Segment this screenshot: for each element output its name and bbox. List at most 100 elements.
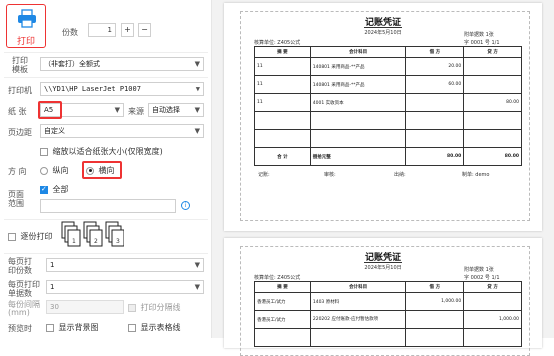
template-select[interactable]: （非套打）全额式 ▼ bbox=[40, 57, 204, 71]
paper-highlight bbox=[38, 101, 62, 119]
orientation-label: 方 向 bbox=[8, 167, 27, 176]
voucher-date: 2024年5月10日 bbox=[364, 30, 402, 36]
cell-summary bbox=[254, 111, 311, 130]
range-all-checkbox[interactable]: 全部 bbox=[40, 184, 69, 195]
voucher-attachments: 附单据数 1张 bbox=[464, 32, 494, 38]
chevron-down-icon: ▼ bbox=[114, 106, 120, 114]
cell-account: 140801 采用商品-**产品 bbox=[309, 75, 407, 94]
paper-source-select[interactable]: 自动选择 ▼ bbox=[148, 103, 204, 117]
cell-debit: 20.00 bbox=[405, 57, 465, 76]
voucher-number: 字 0001 号 1/1 bbox=[464, 40, 500, 46]
table-row: 香港员工/试力 220202 应付账款-应付暂估款项 1,000.00 bbox=[254, 310, 522, 329]
footer-cashier: 出纳: bbox=[394, 172, 406, 178]
header-account: 会计科目 bbox=[309, 281, 407, 293]
per-page-docs-select[interactable]: 1 ▼ bbox=[46, 280, 204, 294]
checkbox-icon bbox=[46, 323, 54, 332]
collate-checkbox[interactable]: 逐份打印 bbox=[8, 231, 53, 242]
table-row: 11 4001 实收资本 80.00 bbox=[254, 93, 522, 112]
cell-summary: 11 bbox=[254, 93, 311, 112]
margin-select[interactable]: 自定义 ▼ bbox=[40, 124, 204, 138]
header-debit: 借 方 bbox=[405, 46, 465, 58]
cell-summary: 11 bbox=[254, 75, 311, 94]
cell-credit bbox=[463, 129, 522, 148]
cell-account: 1403 原材料 bbox=[309, 292, 407, 311]
show-grid-label: 显示表格线 bbox=[140, 323, 181, 332]
total-label: 合 计 bbox=[254, 147, 311, 166]
chevron-down-icon: ▼ bbox=[195, 85, 200, 93]
printer-select[interactable]: \\YD1\HP LaserJet P1007 ▼ bbox=[40, 82, 204, 96]
cell-account: 4001 实收资本 bbox=[309, 93, 407, 112]
cell-debit: 1,000.00 bbox=[405, 292, 465, 311]
chevron-down-icon: ▼ bbox=[194, 106, 200, 114]
voucher-company: 核算单位: Z405公式 bbox=[254, 40, 301, 46]
copies-plus-button[interactable]: + bbox=[121, 23, 134, 37]
table-row bbox=[254, 129, 522, 148]
printer-icon bbox=[18, 9, 36, 28]
checkbox-icon bbox=[128, 323, 136, 332]
per-page-copies-select[interactable]: 1 ▼ bbox=[46, 258, 204, 272]
cell-summary: 香港员工/试力 bbox=[254, 292, 311, 311]
voucher-table: 摘 要 会计科目 借 方 贷 方 11 140801 采用商品-**产品 20.… bbox=[254, 46, 522, 166]
show-background-checkbox[interactable]: 显示背景图 bbox=[46, 322, 99, 333]
printer-select-value: \\YD1\HP LaserJet P1007 bbox=[44, 85, 141, 93]
header-credit: 贷 方 bbox=[463, 281, 522, 293]
footer-reviewer: 审核: bbox=[324, 172, 336, 178]
info-icon[interactable]: i bbox=[181, 201, 190, 210]
range-label-line2: 范围 bbox=[8, 199, 24, 208]
range-input[interactable] bbox=[40, 199, 176, 213]
print-preview-area[interactable]: 记账凭证 2024年5月10日 核算单位: Z405公式 附单据数 1张 字 0… bbox=[212, 0, 554, 356]
separator-line-label: 打印分隔线 bbox=[140, 303, 181, 312]
divider bbox=[4, 77, 208, 78]
cell-account bbox=[309, 111, 407, 130]
preview-options-label: 预览时 bbox=[8, 324, 32, 333]
template-select-value: （非套打）全额式 bbox=[44, 60, 100, 68]
total-debit: 80.00 bbox=[405, 147, 465, 166]
cell-debit: 60.00 bbox=[405, 75, 465, 94]
table-row: 香港员工/试力 1403 原材料 1,000.00 bbox=[254, 292, 522, 311]
table-total-row: 合 计 捌拾元整 80.00 80.00 bbox=[254, 147, 522, 166]
shrink-to-fit-label: 缩放以适合纸张大小(仅限宽度) bbox=[52, 147, 163, 156]
cell-credit: 1,000.00 bbox=[463, 310, 522, 329]
preview-page-1: 记账凭证 2024年5月10日 核算单位: Z405公式 附单据数 1张 字 0… bbox=[224, 3, 542, 231]
paper-source-label: 来源 bbox=[128, 107, 144, 116]
header-account: 会计科目 bbox=[309, 46, 407, 58]
cell-debit bbox=[405, 310, 465, 329]
footer-bookkeeper: 记账: bbox=[258, 172, 270, 178]
cell-summary: 11 bbox=[254, 57, 311, 76]
copies-minus-button[interactable]: − bbox=[138, 23, 151, 37]
margin-label: 页边距 bbox=[8, 128, 32, 137]
header-summary: 摘 要 bbox=[254, 281, 311, 293]
collate-page-3: 3 bbox=[116, 238, 120, 245]
voucher-attachments: 附单据数 1张 bbox=[464, 267, 494, 273]
portrait-label: 纵向 bbox=[52, 166, 69, 175]
cell-credit: 80.00 bbox=[463, 93, 522, 112]
separator-line-checkbox[interactable]: 打印分隔线 bbox=[128, 302, 181, 313]
copies-input[interactable]: 1 bbox=[88, 23, 116, 37]
total-credit: 80.00 bbox=[463, 147, 522, 166]
show-grid-checkbox[interactable]: 显示表格线 bbox=[128, 322, 181, 333]
voucher-company: 核算单位: Z405公式 bbox=[254, 275, 301, 281]
cell-credit bbox=[463, 111, 522, 130]
cell-summary: 香港员工/试力 bbox=[254, 310, 311, 329]
cell-account: 140801 采用商品-**产品 bbox=[309, 57, 407, 76]
voucher-date: 2024年5月10日 bbox=[364, 265, 402, 271]
table-row: 11 140801 采用商品-**产品 20.00 bbox=[254, 57, 522, 76]
header-credit: 贷 方 bbox=[463, 46, 522, 58]
chevron-down-icon: ▼ bbox=[194, 60, 200, 68]
cell-credit bbox=[463, 75, 522, 94]
spacing-input[interactable]: 30 bbox=[46, 300, 124, 314]
table-header-row: 摘 要 会计科目 借 方 贷 方 bbox=[254, 281, 522, 293]
checkbox-checked-icon bbox=[40, 185, 48, 194]
table-row: 11 140801 采用商品-**产品 60.00 bbox=[254, 75, 522, 94]
portrait-radio[interactable]: 纵向 bbox=[40, 165, 69, 176]
cell-debit bbox=[405, 111, 465, 130]
per-page-copies-label-line2: 印份数 bbox=[8, 266, 32, 275]
cell-credit bbox=[463, 57, 522, 76]
radio-icon bbox=[40, 166, 48, 175]
show-background-label: 显示背景图 bbox=[58, 323, 99, 332]
cell-debit bbox=[405, 129, 465, 148]
print-button[interactable]: 打印 bbox=[6, 4, 46, 48]
voucher-table: 摘 要 会计科目 借 方 贷 方 香港员工/试力 1403 原材料 1,000.… bbox=[254, 281, 522, 347]
header-summary: 摘 要 bbox=[254, 46, 311, 58]
shrink-to-fit-checkbox[interactable]: 缩放以适合纸张大小(仅限宽度) bbox=[40, 146, 163, 157]
